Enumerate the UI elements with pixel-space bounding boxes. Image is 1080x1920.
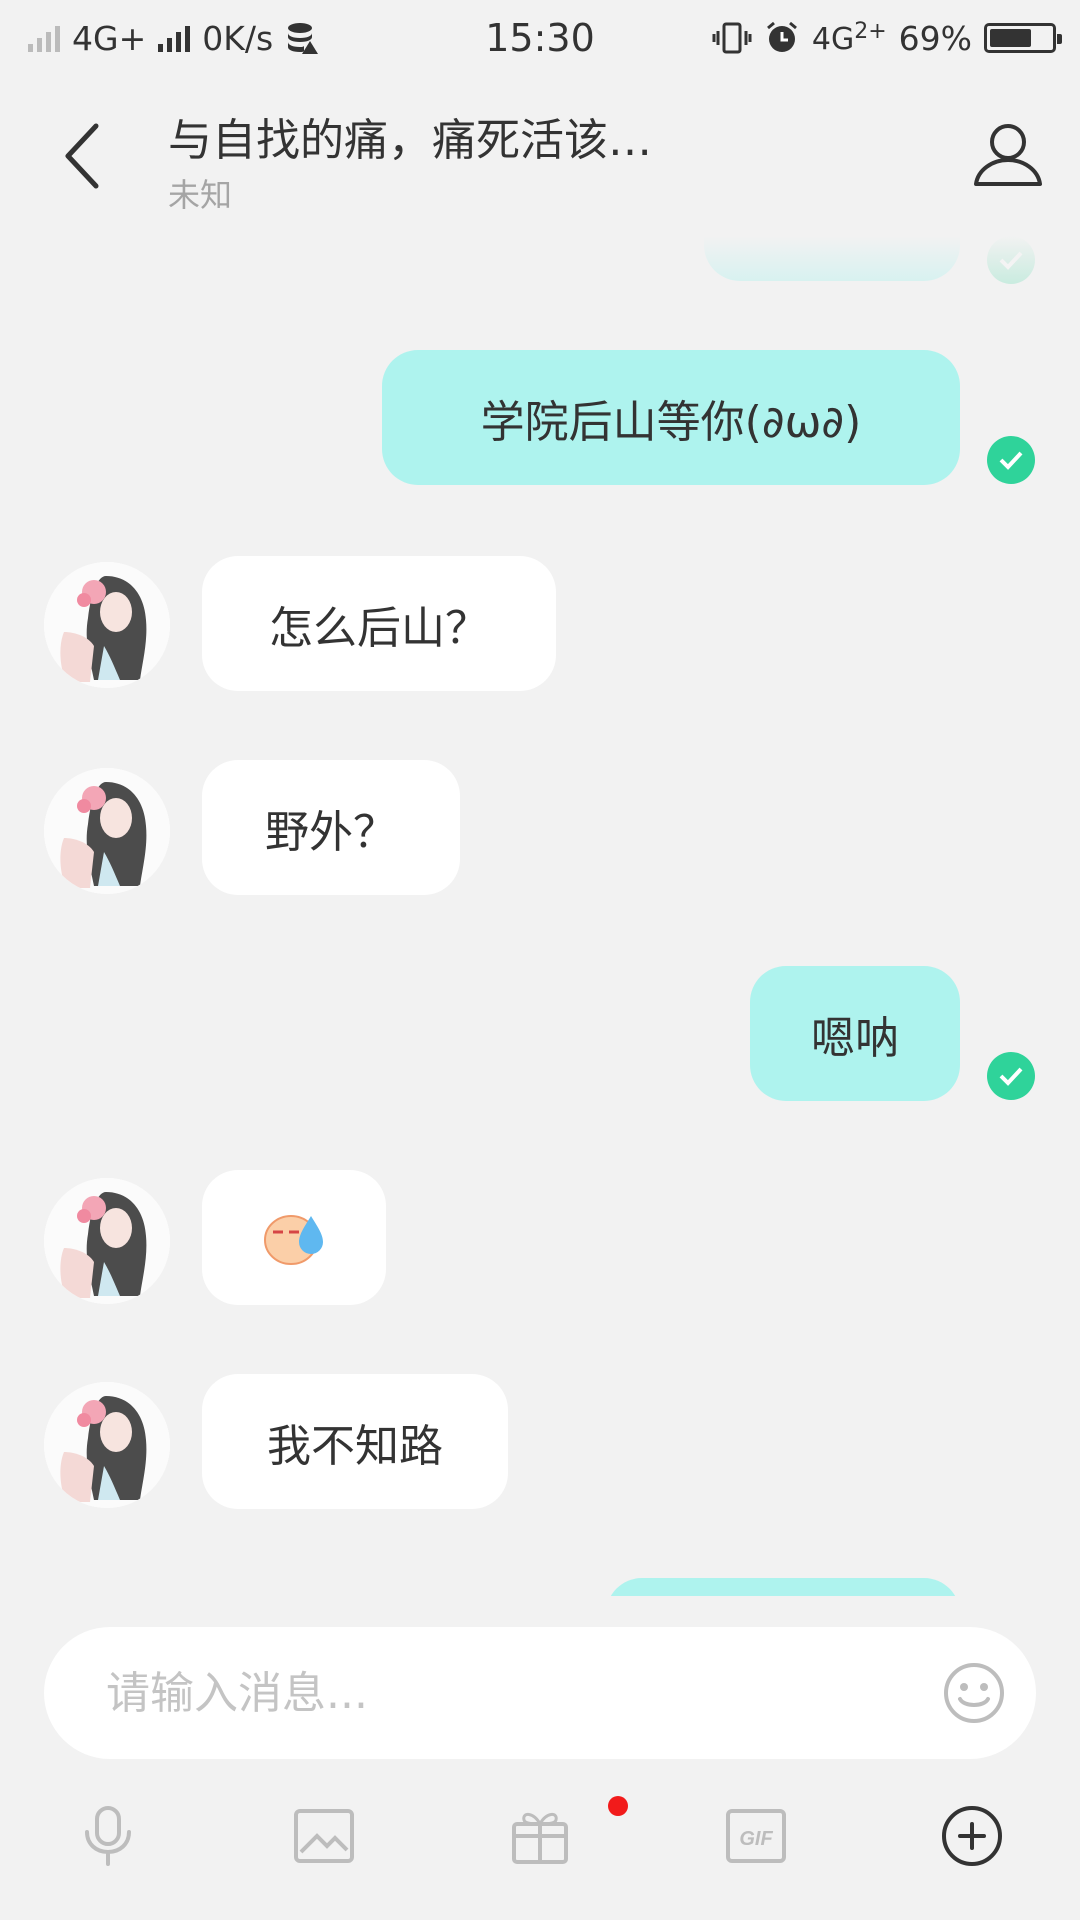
message-text: 野外？ — [265, 806, 397, 858]
vibrate-icon — [712, 22, 752, 54]
gift-icon — [512, 1813, 568, 1864]
message-composer — [44, 1627, 1036, 1759]
status-left: 4G+ 0K/s — [28, 19, 319, 58]
composer-toolbar: GIF — [0, 1800, 1080, 1880]
image-icon — [294, 1809, 354, 1863]
message-list[interactable]: 学院后山等你(∂ω∂) 怎么后山？ 野外？ 嗯呐 我不知路 — [0, 236, 1080, 1596]
microphone-icon — [85, 1806, 131, 1866]
contact-avatar[interactable] — [44, 768, 170, 894]
battery-icon — [984, 23, 1062, 53]
profile-icon[interactable] — [972, 118, 1044, 190]
gift-button[interactable] — [504, 1800, 576, 1872]
message-text: 嗯呐 — [811, 1012, 899, 1064]
plus-circle-icon — [942, 1806, 1002, 1866]
message-bubble-incoming[interactable] — [202, 1170, 386, 1305]
message-text: 我不知路 — [267, 1420, 443, 1472]
battery-percent: 69% — [898, 18, 972, 58]
back-icon[interactable] — [56, 116, 116, 196]
message-bubble-incoming[interactable]: 野外？ — [202, 760, 460, 895]
signal-weak-icon — [28, 24, 60, 52]
status-right: 4G2+ 69% — [712, 18, 1062, 58]
chat-title: 与自找的痛，痛死活该… — [168, 115, 652, 166]
message-bubble-incoming[interactable]: 怎么后山？ — [202, 556, 556, 691]
avatar-illustration-icon — [44, 768, 170, 894]
chat-header: 与自找的痛，痛死活该… 未知 — [0, 76, 1080, 236]
status-bar: 4G+ 0K/s 15:30 4G2+ 69% — [0, 0, 1080, 76]
sent-check-icon — [987, 436, 1035, 484]
message-input[interactable] — [106, 1667, 942, 1719]
contact-avatar[interactable] — [44, 1178, 170, 1304]
message-bubble-outgoing[interactable]: 学院后山等你(∂ω∂) — [382, 350, 960, 485]
avatar-illustration-icon — [44, 562, 170, 688]
message-bubble-outgoing[interactable]: 嗯呐 — [750, 966, 960, 1101]
gif-button[interactable]: GIF — [720, 1800, 792, 1872]
network-speed: 0K/s — [202, 18, 274, 58]
message-text: 学院后山等你(∂ω∂) — [480, 396, 862, 448]
message-bubble-incoming[interactable]: 我不知路 — [202, 1374, 508, 1509]
avatar-illustration-icon — [44, 1178, 170, 1304]
partial-message-bubble — [606, 1578, 960, 1596]
contact-avatar[interactable] — [44, 1382, 170, 1508]
sweat-emoji-icon — [264, 1214, 323, 1265]
emoji-icon[interactable] — [942, 1661, 1006, 1725]
network-2-label: 4G2+ — [811, 19, 887, 57]
gif-icon: GIF — [726, 1809, 786, 1863]
chat-subtitle: 未知 — [168, 176, 233, 214]
voice-button[interactable] — [72, 1800, 144, 1872]
more-button[interactable] — [936, 1800, 1008, 1872]
gif-label: GIF — [739, 1828, 773, 1850]
signal-strong-icon — [158, 24, 191, 52]
alarm-icon — [766, 21, 797, 52]
message-text: 怎么后山？ — [269, 602, 489, 654]
data-saver-icon — [288, 23, 319, 54]
contact-avatar[interactable] — [44, 562, 170, 688]
notification-dot — [608, 1796, 628, 1816]
avatar-illustration-icon — [44, 1382, 170, 1508]
image-button[interactable] — [288, 1800, 360, 1872]
scroll-fade — [0, 236, 1080, 306]
network-label: 4G+ — [72, 18, 147, 58]
sent-check-icon — [987, 1052, 1035, 1100]
